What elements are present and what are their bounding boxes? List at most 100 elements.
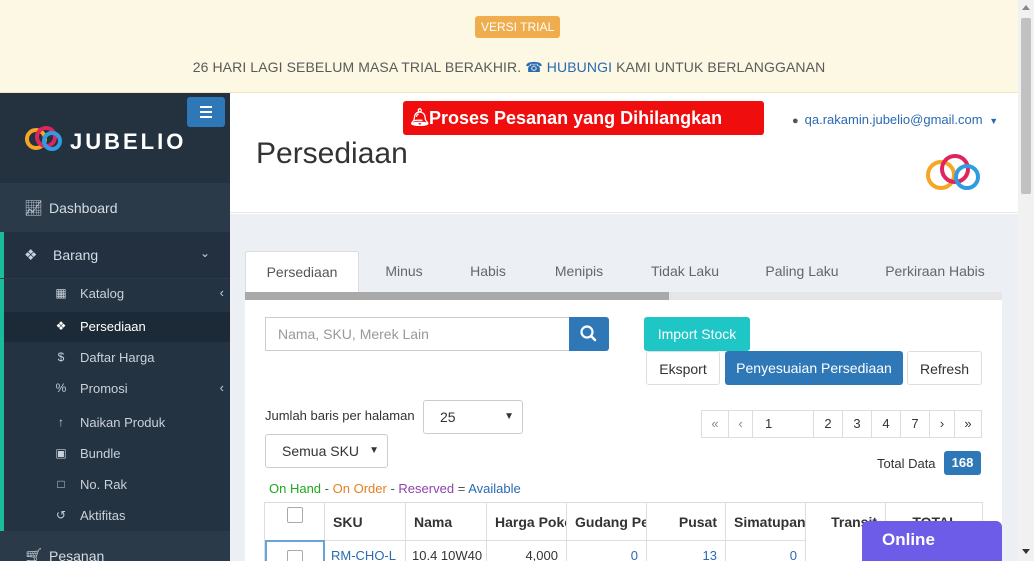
contact-link-label: HUBUNGI bbox=[546, 59, 613, 75]
column-header-nama[interactable]: Nama bbox=[406, 503, 487, 540]
tab-perkiraan-habis[interactable]: Perkiraan Habis bbox=[869, 251, 1001, 292]
sidebar-item-label: Persediaan bbox=[80, 319, 146, 334]
inventory-tabs: Persediaan Minus Habis Menipis Tidak Lak… bbox=[245, 251, 1002, 292]
sku-filter-select[interactable]: Semua SKU ▼ bbox=[265, 434, 388, 468]
sidebar-item-promosi[interactable]: % Promosi ‹ bbox=[4, 374, 230, 404]
legend-on-order: On Order bbox=[332, 481, 387, 496]
tab-menipis[interactable]: Menipis bbox=[535, 251, 623, 292]
whatsapp-contact-link[interactable]: ☎ HUBUNGI bbox=[525, 59, 612, 75]
total-data-badge: 168 bbox=[944, 451, 981, 475]
sidebar-item-persediaan[interactable]: ❖ Persediaan bbox=[4, 312, 230, 342]
sidebar-item-label: Aktifitas bbox=[80, 508, 126, 523]
sidebar-item-naikan-produk[interactable]: ↑ Naikan Produk bbox=[4, 408, 230, 438]
tab-persediaan[interactable]: Persediaan bbox=[245, 251, 359, 292]
page-scrollbar[interactable] bbox=[1018, 0, 1034, 561]
sidebar-item-no-rak[interactable]: □ No. Rak bbox=[4, 470, 230, 500]
scrollbar-thumb[interactable] bbox=[1021, 18, 1031, 194]
sidebar: JUBELIO 📈︎ Dashboard ❖ Barang ⌄ ▦ Katalo… bbox=[0, 93, 230, 561]
stock-adjustment-button[interactable]: Penyesuaian Persediaan bbox=[725, 351, 903, 385]
last-page-button[interactable]: » bbox=[954, 410, 982, 438]
page-4-button[interactable]: 4 bbox=[871, 410, 901, 438]
user-icon: ● bbox=[792, 115, 799, 127]
sidebar-item-katalog[interactable]: ▦ Katalog ‹ bbox=[4, 279, 230, 309]
legend-separator: - bbox=[390, 481, 395, 496]
search-input[interactable]: Nama, SKU, Merek Lain bbox=[265, 317, 570, 351]
cell-simatupang[interactable]: 0 bbox=[726, 540, 806, 561]
search-icon bbox=[580, 325, 597, 342]
sidebar-item-daftar-harga[interactable]: $ Daftar Harga bbox=[4, 343, 230, 373]
sidebar-item-dashboard[interactable]: 📈︎ Dashboard bbox=[0, 185, 230, 231]
sidebar-item-pesanan[interactable]: 🛒︎ Pesanan bbox=[0, 533, 230, 561]
percent-icon: % bbox=[55, 381, 67, 395]
sidebar-toggle-button[interactable] bbox=[187, 97, 225, 127]
user-menu[interactable]: ● qa.rakamin.jubelio@gmail.com ▼ bbox=[792, 112, 998, 127]
main-content: Persediaan Minus Habis Menipis Tidak Lak… bbox=[230, 214, 1018, 561]
hamburger-icon-line bbox=[200, 116, 212, 118]
search-button[interactable] bbox=[569, 317, 609, 351]
tab-habis[interactable]: Habis bbox=[451, 251, 525, 292]
barang-submenu: ▦ Katalog ‹ ❖ Persediaan $ Daftar Harga … bbox=[0, 279, 230, 531]
tab-minus[interactable]: Minus bbox=[365, 251, 443, 292]
select-all-header bbox=[265, 503, 325, 540]
legend-separator: - bbox=[324, 481, 330, 496]
chevron-left-icon: ‹ bbox=[219, 285, 224, 300]
cart-icon: 🛒︎ bbox=[24, 548, 44, 561]
alert-button-label: Proses Pesanan yang Dihilangkan Kurir bbox=[429, 108, 723, 162]
column-header-pusat[interactable]: Pusat bbox=[647, 503, 726, 540]
chevron-left-icon: ‹ bbox=[219, 380, 224, 395]
legend-available: Available bbox=[468, 481, 521, 496]
rows-per-page-select[interactable]: 25 ▼ bbox=[423, 400, 523, 434]
tab-paling-laku[interactable]: Paling Laku bbox=[751, 251, 853, 292]
trial-badge: VERSI TRIAL bbox=[475, 16, 561, 38]
lost-orders-alert-button[interactable]: 🔔︎ Proses Pesanan yang Dihilangkan Kurir bbox=[403, 101, 764, 162]
refresh-button[interactable]: Refresh bbox=[907, 351, 982, 385]
column-header-sku[interactable]: SKU bbox=[325, 503, 406, 540]
cell-pusat[interactable]: 13 bbox=[647, 540, 726, 561]
cell-sku[interactable]: RM-CHO-L bbox=[325, 540, 406, 561]
legend-reserved: Reserved bbox=[398, 481, 455, 496]
cell-gudang[interactable]: 0 bbox=[567, 540, 647, 561]
online-chat-widget[interactable]: Online bbox=[862, 521, 1002, 561]
select-all-checkbox[interactable] bbox=[287, 507, 303, 523]
jubelio-cloud-logo-icon bbox=[926, 154, 980, 190]
rows-per-page-value: 25 bbox=[440, 409, 456, 425]
scroll-down-arrow[interactable] bbox=[1022, 549, 1030, 554]
sidebar-item-label: Katalog bbox=[80, 286, 125, 301]
page-2-button[interactable]: 2 bbox=[813, 410, 843, 438]
sidebar-item-bundle[interactable]: ▣ Bundle bbox=[4, 439, 230, 469]
th-large-icon: ▣ bbox=[55, 446, 67, 460]
scroll-up-arrow[interactable] bbox=[1022, 5, 1030, 10]
next-page-button[interactable]: › bbox=[929, 410, 955, 438]
first-page-button[interactable]: « bbox=[701, 410, 729, 438]
column-header-harga-pokok[interactable]: Harga Pokok bbox=[487, 503, 567, 540]
total-data-label: Total Data bbox=[877, 456, 936, 471]
area-chart-icon: 📈︎ bbox=[24, 200, 44, 217]
tabs-scrollbar-thumb[interactable] bbox=[245, 292, 669, 300]
sidebar-item-aktifitas[interactable]: ↺ Aktifitas bbox=[4, 501, 230, 531]
stock-legend: On Hand - On Order - Reserved = Availabl… bbox=[269, 481, 521, 496]
trial-message: 26 HARI LAGI SEBELUM MASA TRIAL BERAKHIR… bbox=[0, 59, 1018, 76]
column-header-gudang[interactable]: Gudang Pe bbox=[567, 503, 647, 540]
legend-on-hand: On Hand bbox=[269, 481, 322, 496]
column-header-simatupang[interactable]: Simatupang bbox=[726, 503, 806, 540]
sidebar-item-label: Pesanan bbox=[49, 548, 105, 561]
bell-icon: 🔔︎ bbox=[409, 108, 431, 127]
legend-separator: = bbox=[457, 481, 466, 496]
sidebar-item-label: Daftar Harga bbox=[80, 350, 155, 365]
export-button[interactable]: Eksport bbox=[646, 351, 720, 385]
import-stock-button[interactable]: Import Stock bbox=[644, 317, 750, 351]
prev-page-button[interactable]: ‹ bbox=[728, 410, 753, 438]
page-7-button[interactable]: 7 bbox=[900, 410, 930, 438]
sku-filter-value: Semua SKU bbox=[282, 443, 360, 459]
dollar-icon: $ bbox=[57, 350, 65, 364]
rows-per-page-label: Jumlah baris per halaman bbox=[265, 408, 415, 423]
user-email: qa.rakamin.jubelio@gmail.com bbox=[804, 112, 983, 127]
hamburger-icon bbox=[200, 106, 212, 108]
page-number-input[interactable]: 1 bbox=[752, 410, 814, 438]
row-checkbox[interactable] bbox=[287, 550, 303, 561]
caret-down-icon: ▼ bbox=[989, 116, 999, 126]
page-3-button[interactable]: 3 bbox=[842, 410, 872, 438]
tab-tidak-laku[interactable]: Tidak Laku bbox=[633, 251, 737, 292]
chevron-down-icon: ▼ bbox=[504, 411, 514, 422]
sidebar-item-barang[interactable]: ❖ Barang ⌄ bbox=[0, 232, 230, 278]
